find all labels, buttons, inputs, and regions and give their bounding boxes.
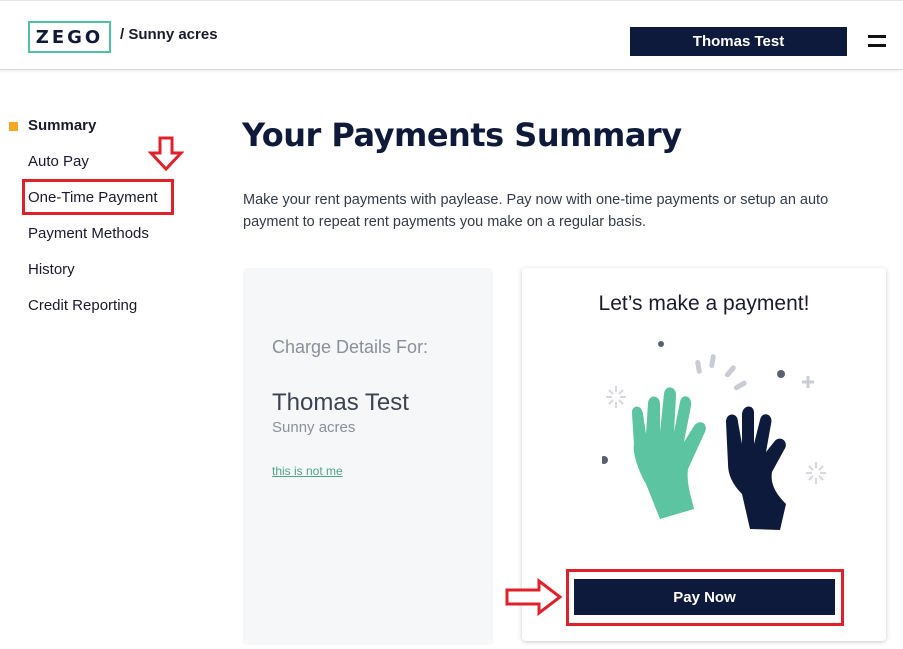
tenant-name: Thomas Test xyxy=(272,389,409,416)
annotation-right-arrow-icon xyxy=(505,578,563,616)
sidebar-item-history[interactable]: History xyxy=(28,261,75,278)
charge-details-card: Charge Details For: Thomas Test Sunny ac… xyxy=(243,268,493,645)
sidebar-item-credit-reporting[interactable]: Credit Reporting xyxy=(28,297,137,314)
pay-now-button[interactable]: Pay Now xyxy=(574,579,835,615)
sidebar-item-auto-pay[interactable]: Auto Pay xyxy=(28,153,89,170)
breadcrumb: / Sunny acres xyxy=(120,26,218,43)
property-name: Sunny acres xyxy=(272,419,356,436)
hamburger-menu-icon[interactable] xyxy=(868,35,886,49)
user-menu-button[interactable]: Thomas Test xyxy=(630,27,847,56)
pay-card-title: Let’s make a payment! xyxy=(598,292,810,315)
annotation-down-arrow-icon xyxy=(148,136,184,172)
intro-text: Make your rent payments with paylease. P… xyxy=(243,192,829,230)
high-five-illustration-icon xyxy=(602,341,826,530)
sidebar-item-payment-methods[interactable]: Payment Methods xyxy=(28,225,149,242)
not-me-link[interactable]: this is not me xyxy=(272,464,343,478)
active-indicator xyxy=(9,122,18,131)
page-title: Your Payments Summary xyxy=(242,116,682,154)
top-header: ZEGO / Sunny acres Thomas Test xyxy=(0,0,903,70)
sidebar-item-summary[interactable]: Summary xyxy=(28,117,96,134)
annotation-highlight-one-time-payment xyxy=(22,179,174,215)
zego-logo[interactable]: ZEGO xyxy=(28,21,111,53)
charge-details-label: Charge Details For: xyxy=(272,337,429,357)
